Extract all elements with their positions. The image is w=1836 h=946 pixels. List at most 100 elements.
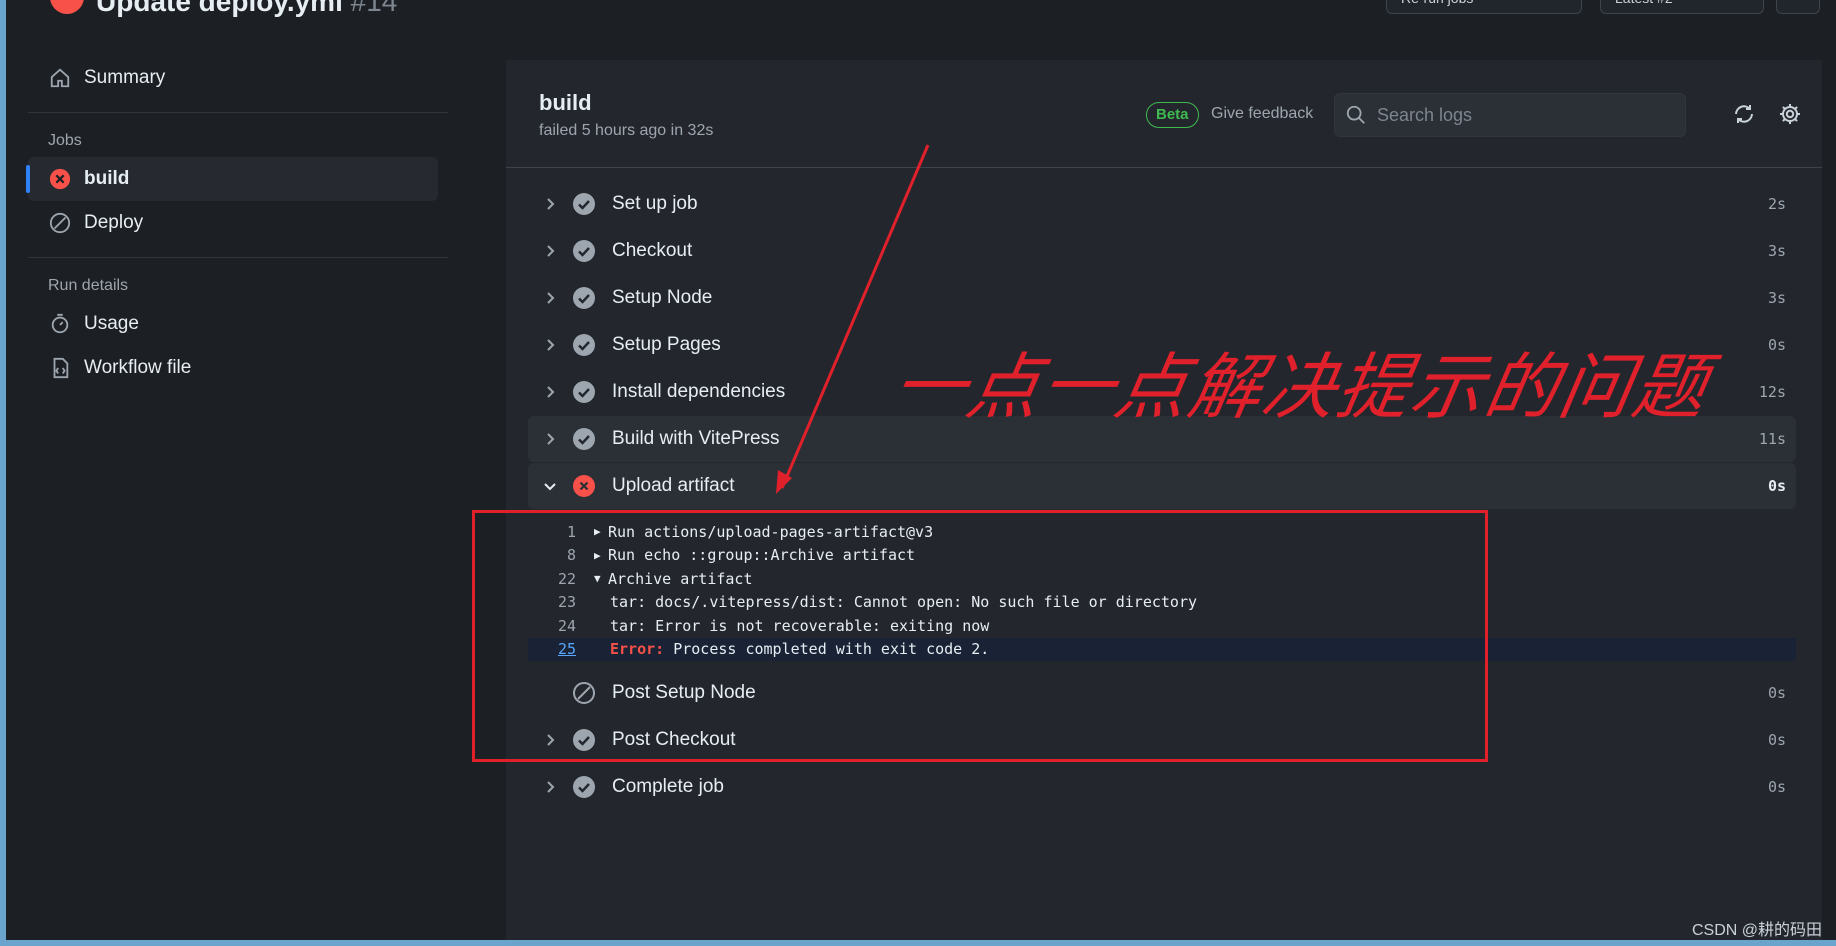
search-logs[interactable] bbox=[1334, 93, 1686, 137]
settings-button[interactable] bbox=[1776, 102, 1804, 130]
line-number-link[interactable]: 25 bbox=[528, 640, 594, 658]
search-icon bbox=[1345, 104, 1367, 131]
check-circle-icon bbox=[572, 775, 596, 799]
line-number[interactable]: 24 bbox=[528, 617, 594, 635]
step-upload-artifact[interactable]: Upload artifact 0s bbox=[528, 463, 1796, 509]
step-name: Setup Pages bbox=[612, 333, 721, 355]
step-name: Post Setup Node bbox=[612, 681, 756, 703]
check-circle-icon bbox=[572, 333, 596, 357]
step-name: Checkout bbox=[612, 239, 693, 261]
run-header: Update deploy.yml #14 Re-run jobs Latest… bbox=[6, 0, 1836, 24]
skip-icon bbox=[48, 211, 72, 235]
step-post-setup-node[interactable]: Post Setup Node 0s bbox=[528, 669, 1796, 716]
job-status-text: failed 5 hours ago in 32s bbox=[539, 122, 714, 139]
chevron-right-icon bbox=[528, 338, 572, 352]
sync-icon bbox=[1732, 102, 1756, 131]
skip-icon bbox=[572, 681, 596, 705]
log-text: tar: Error is not recoverable: exiting n… bbox=[610, 616, 990, 635]
rerun-jobs-button[interactable]: Re-run jobs bbox=[1386, 0, 1582, 14]
step-duration: 12s bbox=[1758, 382, 1786, 401]
log-line[interactable]: 1 ▶ Run actions/upload-pages-artifact@v3 bbox=[528, 520, 1796, 544]
run-title-text: Update deploy.yml bbox=[96, 0, 343, 17]
caret-right-icon[interactable]: ▶ bbox=[594, 525, 608, 538]
step-install-dependencies[interactable]: Install dependencies 12s bbox=[528, 368, 1796, 415]
check-circle-icon bbox=[572, 286, 596, 310]
log-line[interactable]: 8 ▶ Run echo ::group::Archive artifact bbox=[528, 544, 1796, 568]
sidebar-item-usage[interactable]: Usage bbox=[28, 302, 458, 346]
sidebar-item-label: Deploy bbox=[84, 212, 144, 233]
step-name: Setup Node bbox=[612, 286, 713, 308]
search-input[interactable] bbox=[1377, 94, 1677, 136]
watermark: CSDN @耕的码田 bbox=[1691, 922, 1822, 939]
chevron-right-icon bbox=[528, 733, 572, 747]
chevron-right-icon bbox=[528, 244, 572, 258]
latest-attempt-button[interactable]: Latest #2 bbox=[1600, 0, 1764, 14]
log-line[interactable]: 24 tar: Error is not recoverable: exitin… bbox=[528, 614, 1796, 638]
give-feedback-link[interactable]: Give feedback bbox=[1211, 105, 1313, 123]
sidebar-item-label: Summary bbox=[84, 67, 166, 88]
step-post-checkout[interactable]: Post Checkout 0s bbox=[528, 716, 1796, 763]
refresh-button[interactable] bbox=[1730, 102, 1758, 130]
step-duration: 3s bbox=[1767, 241, 1786, 260]
step-duration: 0s bbox=[1767, 683, 1786, 702]
step-name: Complete job bbox=[612, 775, 724, 797]
x-circle-fill-icon bbox=[572, 474, 596, 498]
sidebar-item-label: Usage bbox=[84, 313, 139, 334]
run-details-heading: Run details bbox=[48, 277, 129, 294]
job-header: build failed 5 hours ago in 32s Beta Giv… bbox=[506, 60, 1822, 168]
line-number[interactable]: 1 bbox=[528, 523, 594, 541]
more-options-button[interactable] bbox=[1776, 0, 1820, 14]
caret-right-icon[interactable]: ▶ bbox=[594, 549, 608, 562]
line-number[interactable]: 22 bbox=[528, 570, 594, 588]
error-prefix: Error: bbox=[610, 640, 665, 659]
step-build-with-vitepress[interactable]: Build with VitePress 11s bbox=[528, 416, 1796, 462]
chevron-right-icon bbox=[528, 291, 572, 305]
sidebar-item-build[interactable]: build bbox=[26, 157, 438, 201]
step-log: 1 ▶ Run actions/upload-pages-artifact@v3… bbox=[528, 510, 1796, 669]
job-log-panel: build failed 5 hours ago in 32s Beta Giv… bbox=[506, 60, 1822, 940]
step-setup-node[interactable]: Setup Node 3s bbox=[528, 274, 1796, 321]
log-line[interactable]: 23 tar: docs/.vitepress/dist: Cannot ope… bbox=[528, 591, 1796, 615]
jobs-heading: Jobs bbox=[48, 132, 82, 149]
step-duration: 3s bbox=[1767, 288, 1786, 307]
steps-list: Set up job 2s Checkout 3s Setup Node 3s bbox=[528, 180, 1796, 810]
sidebar-item-label: build bbox=[84, 168, 130, 189]
sidebar-item-deploy[interactable]: Deploy bbox=[28, 201, 458, 245]
check-circle-icon bbox=[572, 192, 596, 216]
check-circle-icon bbox=[572, 728, 596, 752]
sidebar-item-label: Workflow file bbox=[84, 357, 192, 378]
log-text: Process completed with exit code 2. bbox=[664, 640, 990, 659]
step-checkout[interactable]: Checkout 3s bbox=[528, 227, 1796, 274]
step-duration: 11s bbox=[1758, 430, 1786, 448]
log-text: Archive artifact bbox=[608, 569, 753, 588]
step-set-up-job[interactable]: Set up job 2s bbox=[528, 180, 1796, 227]
step-name: Upload artifact bbox=[612, 475, 735, 496]
step-setup-pages[interactable]: Setup Pages 0s bbox=[528, 321, 1796, 368]
line-number[interactable]: 8 bbox=[528, 546, 594, 564]
step-duration: 2s bbox=[1767, 194, 1786, 213]
line-number[interactable]: 23 bbox=[528, 593, 594, 611]
run-number: #14 bbox=[350, 0, 398, 17]
failure-icon bbox=[50, 0, 84, 14]
home-icon bbox=[48, 66, 72, 90]
log-line[interactable]: 22 ▼ Archive artifact bbox=[528, 567, 1796, 591]
sidebar: Summary Jobs build Deploy Run details Us… bbox=[26, 56, 458, 390]
step-duration: 0s bbox=[1767, 477, 1786, 495]
sidebar-item-summary[interactable]: Summary bbox=[28, 56, 458, 100]
check-circle-icon bbox=[572, 380, 596, 404]
step-duration: 0s bbox=[1767, 777, 1786, 796]
check-circle-icon bbox=[572, 239, 596, 263]
step-name: Set up job bbox=[612, 192, 698, 214]
caret-down-icon[interactable]: ▼ bbox=[594, 572, 608, 585]
log-line-error[interactable]: 25 Error: Process completed with exit co… bbox=[528, 637, 1796, 661]
job-title: build bbox=[539, 90, 592, 115]
app-window: Update deploy.yml #14 Re-run jobs Latest… bbox=[6, 0, 1836, 940]
step-complete-job[interactable]: Complete job 0s bbox=[528, 763, 1796, 810]
file-code-icon bbox=[48, 356, 72, 380]
log-text: Run actions/upload-pages-artifact@v3 bbox=[608, 522, 934, 541]
chevron-right-icon bbox=[528, 385, 572, 399]
sidebar-item-workflow-file[interactable]: Workflow file bbox=[28, 346, 458, 390]
chevron-right-icon bbox=[528, 197, 572, 211]
chevron-right-icon bbox=[528, 780, 572, 794]
log-text: tar: docs/.vitepress/dist: Cannot open: … bbox=[610, 593, 1197, 612]
